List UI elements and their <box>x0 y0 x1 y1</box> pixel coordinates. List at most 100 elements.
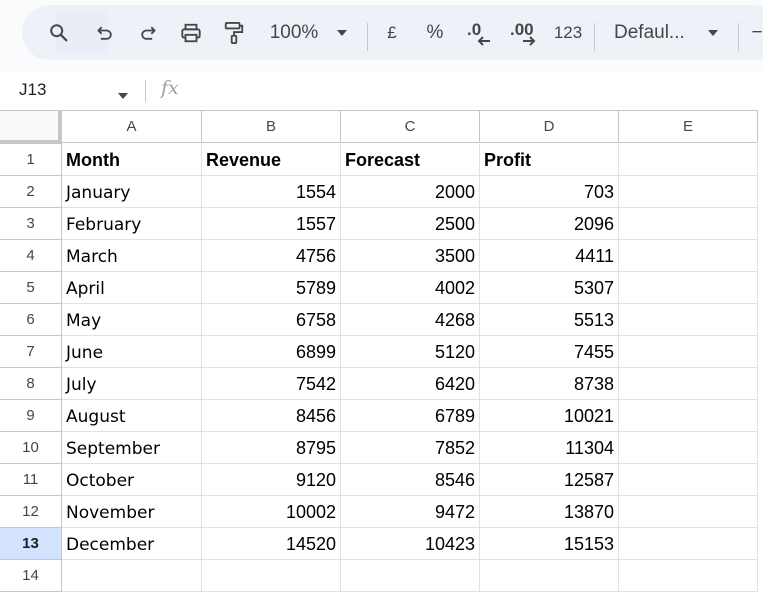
print-button[interactable] <box>178 5 204 60</box>
increase-decimal-button[interactable]: .00 <box>507 5 541 60</box>
cell-b10[interactable]: 8795 <box>202 432 341 464</box>
cell-d13[interactable]: 15153 <box>480 528 619 560</box>
select-all-corner[interactable] <box>0 110 62 144</box>
cell-d14[interactable] <box>480 560 619 592</box>
cell-c2[interactable]: 2000 <box>341 176 480 208</box>
cell-e11[interactable] <box>619 464 758 496</box>
cell-a7[interactable]: June <box>62 336 202 368</box>
cell-d3[interactable]: 2096 <box>480 208 619 240</box>
row-header-11[interactable]: 11 <box>0 464 62 496</box>
row-header-3[interactable]: 3 <box>0 208 62 240</box>
cell-a13[interactable]: December <box>62 528 202 560</box>
cell-a9[interactable]: August <box>62 400 202 432</box>
cell-e3[interactable] <box>619 208 758 240</box>
cell-b11[interactable]: 9120 <box>202 464 341 496</box>
name-box[interactable]: J13 <box>19 80 46 100</box>
cell-a12[interactable]: November <box>62 496 202 528</box>
cell-e7[interactable] <box>619 336 758 368</box>
cell-a3[interactable]: February <box>62 208 202 240</box>
cell-a1[interactable]: Month <box>62 144 202 176</box>
cell-d1[interactable]: Profit <box>480 144 619 176</box>
row-header-14[interactable]: 14 <box>0 560 62 592</box>
paint-format-button[interactable] <box>222 5 246 60</box>
name-box-dropdown[interactable] <box>117 87 129 105</box>
zoom-dropdown-button[interactable] <box>334 5 350 60</box>
cell-d4[interactable]: 4411 <box>480 240 619 272</box>
column-header-c[interactable]: C <box>341 110 480 143</box>
decrease-decimal-button[interactable]: .0 <box>464 5 494 60</box>
row-header-9[interactable]: 9 <box>0 400 62 432</box>
cell-b14[interactable] <box>202 560 341 592</box>
column-header-e[interactable]: E <box>619 110 758 143</box>
row-header-7[interactable]: 7 <box>0 336 62 368</box>
cell-b13[interactable]: 14520 <box>202 528 341 560</box>
cell-d10[interactable]: 11304 <box>480 432 619 464</box>
cell-b12[interactable]: 10002 <box>202 496 341 528</box>
cell-d11[interactable]: 12587 <box>480 464 619 496</box>
cell-d12[interactable]: 13870 <box>480 496 619 528</box>
cell-d8[interactable]: 8738 <box>480 368 619 400</box>
format-percent-button[interactable]: % <box>425 5 445 60</box>
cell-b5[interactable]: 5789 <box>202 272 341 304</box>
column-header-a[interactable]: A <box>62 110 202 143</box>
font-family-select[interactable]: Defaul... <box>614 5 692 60</box>
cell-a4[interactable]: March <box>62 240 202 272</box>
row-header-13[interactable]: 13 <box>0 528 62 560</box>
cell-b8[interactable]: 7542 <box>202 368 341 400</box>
cell-a5[interactable]: April <box>62 272 202 304</box>
cell-e12[interactable] <box>619 496 758 528</box>
undo-button[interactable] <box>93 5 117 60</box>
row-header-4[interactable]: 4 <box>0 240 62 272</box>
more-formats-button[interactable]: 123 <box>552 5 584 60</box>
cell-b9[interactable]: 8456 <box>202 400 341 432</box>
cell-e1[interactable] <box>619 144 758 176</box>
cell-d9[interactable]: 10021 <box>480 400 619 432</box>
cell-e5[interactable] <box>619 272 758 304</box>
row-header-2[interactable]: 2 <box>0 176 62 208</box>
row-header-6[interactable]: 6 <box>0 304 62 336</box>
cell-e13[interactable] <box>619 528 758 560</box>
cell-e8[interactable] <box>619 368 758 400</box>
cell-c3[interactable]: 2500 <box>341 208 480 240</box>
cell-d5[interactable]: 5307 <box>480 272 619 304</box>
column-header-b[interactable]: B <box>202 110 341 143</box>
cell-d7[interactable]: 7455 <box>480 336 619 368</box>
cell-c4[interactable]: 3500 <box>341 240 480 272</box>
cell-a10[interactable]: September <box>62 432 202 464</box>
redo-button[interactable] <box>136 5 160 60</box>
row-header-10[interactable]: 10 <box>0 432 62 464</box>
cell-c10[interactable]: 7852 <box>341 432 480 464</box>
cell-a14[interactable] <box>62 560 202 592</box>
column-header-d[interactable]: D <box>480 110 619 143</box>
row-header-8[interactable]: 8 <box>0 368 62 400</box>
row-header-12[interactable]: 12 <box>0 496 62 528</box>
font-family-dropdown-button[interactable] <box>705 5 721 60</box>
zoom-select[interactable]: 100% <box>266 5 322 60</box>
cell-a11[interactable]: October <box>62 464 202 496</box>
cell-c11[interactable]: 8546 <box>341 464 480 496</box>
cell-b2[interactable]: 1554 <box>202 176 341 208</box>
cell-d2[interactable]: 703 <box>480 176 619 208</box>
cell-b1[interactable]: Revenue <box>202 144 341 176</box>
cell-b7[interactable]: 6899 <box>202 336 341 368</box>
cell-c7[interactable]: 5120 <box>341 336 480 368</box>
cell-c1[interactable]: Forecast <box>341 144 480 176</box>
cell-c12[interactable]: 9472 <box>341 496 480 528</box>
cell-d6[interactable]: 5513 <box>480 304 619 336</box>
cell-e9[interactable] <box>619 400 758 432</box>
cell-a2[interactable]: January <box>62 176 202 208</box>
cell-b6[interactable]: 6758 <box>202 304 341 336</box>
cell-c13[interactable]: 10423 <box>341 528 480 560</box>
cell-e6[interactable] <box>619 304 758 336</box>
cell-e10[interactable] <box>619 432 758 464</box>
cell-c9[interactable]: 6789 <box>341 400 480 432</box>
row-header-1[interactable]: 1 <box>0 144 62 176</box>
cell-a8[interactable]: July <box>62 368 202 400</box>
formula-input[interactable] <box>195 77 755 103</box>
cell-c6[interactable]: 4268 <box>341 304 480 336</box>
cell-c5[interactable]: 4002 <box>341 272 480 304</box>
cell-e4[interactable] <box>619 240 758 272</box>
format-currency-button[interactable]: £ <box>382 5 402 60</box>
cell-e14[interactable] <box>619 560 758 592</box>
row-header-5[interactable]: 5 <box>0 272 62 304</box>
